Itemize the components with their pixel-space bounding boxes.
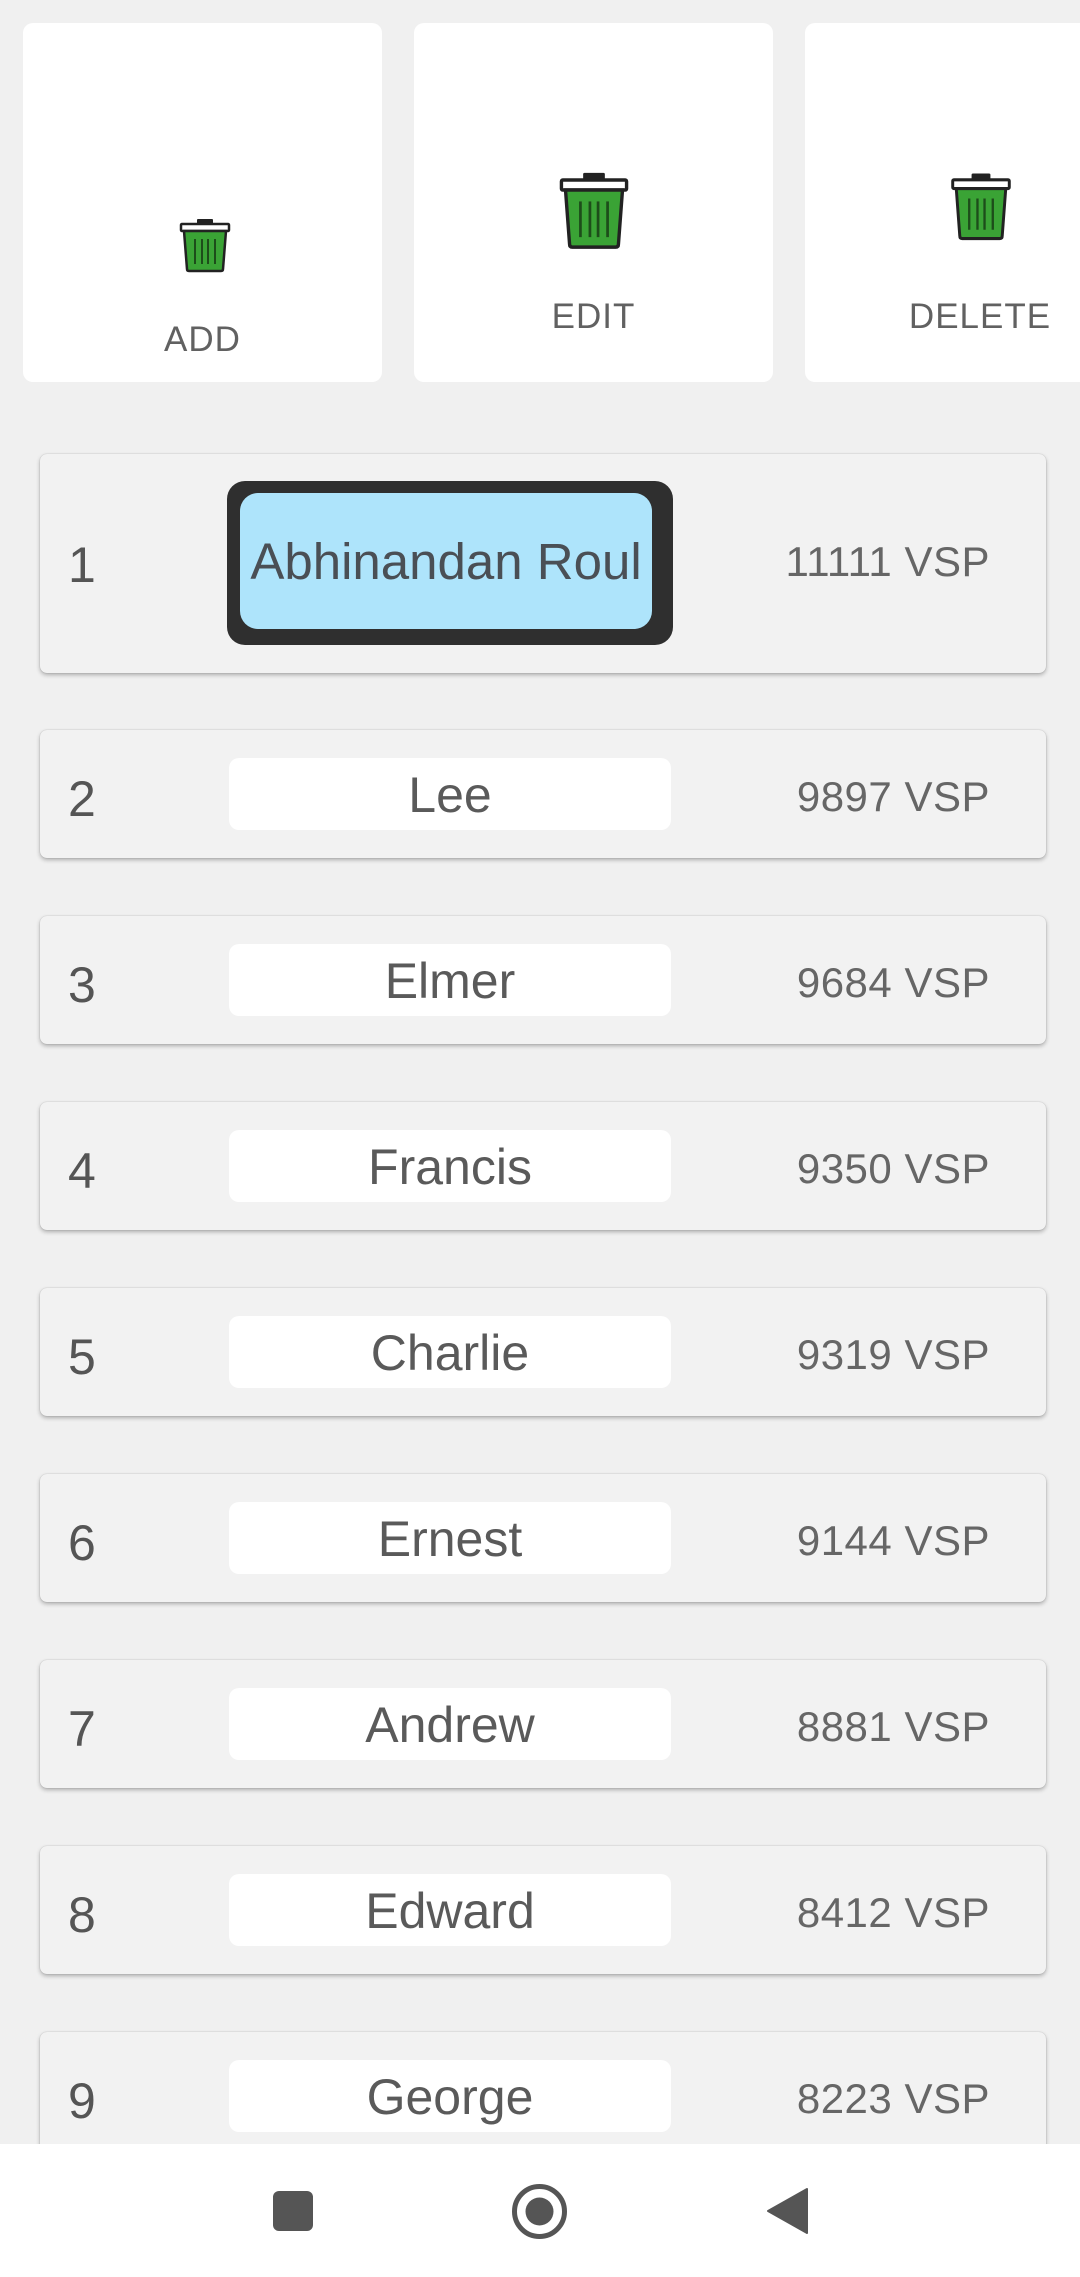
rank-number: 6 — [68, 1515, 96, 1571]
delete-button[interactable]: DELETE — [805, 23, 1080, 382]
score-value: 11111 VSP — [785, 538, 990, 585]
rank-number: 4 — [68, 1143, 96, 1199]
score-value: 9319 VSP — [796, 1331, 990, 1378]
system-nav-bar — [0, 2144, 1080, 2277]
leaderboard-row[interactable]: 1 Abhinandan Roul 11111 VSP — [40, 454, 1046, 673]
leaderboard-row[interactable]: 4 Francis 9350 VSP — [40, 1102, 1046, 1230]
add-label: ADD — [164, 320, 241, 359]
leaderboard-row[interactable]: 5 Charlie 9319 VSP — [40, 1288, 1046, 1416]
rank-number: 5 — [68, 1329, 96, 1385]
rank-number: 8 — [68, 1887, 96, 1943]
score-value: 8223 VSP — [796, 2075, 990, 2122]
player-name: Ernest — [229, 1502, 671, 1574]
leaderboard-row[interactable]: 6 Ernest 9144 VSP — [40, 1474, 1046, 1602]
player-name-highlighted: Abhinandan Roul — [227, 481, 673, 645]
leaderboard-row[interactable]: 3 Elmer 9684 VSP — [40, 916, 1046, 1044]
trash-bin-icon — [179, 219, 231, 273]
delete-label: DELETE — [908, 297, 1052, 336]
rank-number: 9 — [68, 2073, 96, 2129]
score-value: 9684 VSP — [796, 959, 990, 1006]
player-name: Elmer — [229, 944, 671, 1016]
rank-number: 2 — [68, 771, 96, 827]
player-name-text: Abhinandan Roul — [240, 493, 652, 629]
leaderboard-row[interactable]: 2 Lee 9897 VSP — [40, 730, 1046, 858]
score-value: 9897 VSP — [796, 773, 990, 820]
score-value: 9144 VSP — [796, 1517, 990, 1564]
leaderboard-scroll-area[interactable]: ADD EDIT DELETE 1 Abhinandan Roul 11111 … — [0, 0, 1080, 2144]
score-value: 9350 VSP — [796, 1145, 990, 1192]
score-value: 8881 VSP — [796, 1703, 990, 1750]
edit-button[interactable]: EDIT — [414, 23, 773, 382]
edit-label: EDIT — [551, 297, 636, 336]
player-name: Edward — [229, 1874, 671, 1946]
recents-square-icon[interactable] — [272, 2190, 314, 2232]
screen: ADD EDIT DELETE 1 Abhinandan Roul 11111 … — [0, 0, 1080, 2277]
add-button[interactable]: ADD — [23, 23, 382, 382]
score-value: 8412 VSP — [796, 1889, 990, 1936]
player-name: Francis — [229, 1130, 671, 1202]
home-circle-icon[interactable] — [511, 2183, 568, 2240]
trash-bin-icon — [951, 173, 1011, 241]
leaderboard-row[interactable]: 8 Edward 8412 VSP — [40, 1846, 1046, 1974]
player-name: Lee — [229, 758, 671, 830]
player-name: Andrew — [229, 1688, 671, 1760]
rank-number: 3 — [68, 957, 96, 1013]
player-name: George — [229, 2060, 671, 2132]
trash-bin-icon — [559, 172, 629, 249]
leaderboard-row[interactable]: 7 Andrew 8881 VSP — [40, 1660, 1046, 1788]
back-triangle-icon[interactable] — [765, 2187, 809, 2235]
player-name: Charlie — [229, 1316, 671, 1388]
rank-number: 1 — [68, 537, 96, 593]
rank-number: 7 — [68, 1701, 96, 1757]
leaderboard-row[interactable]: 9 George 8223 VSP — [40, 2032, 1046, 2144]
